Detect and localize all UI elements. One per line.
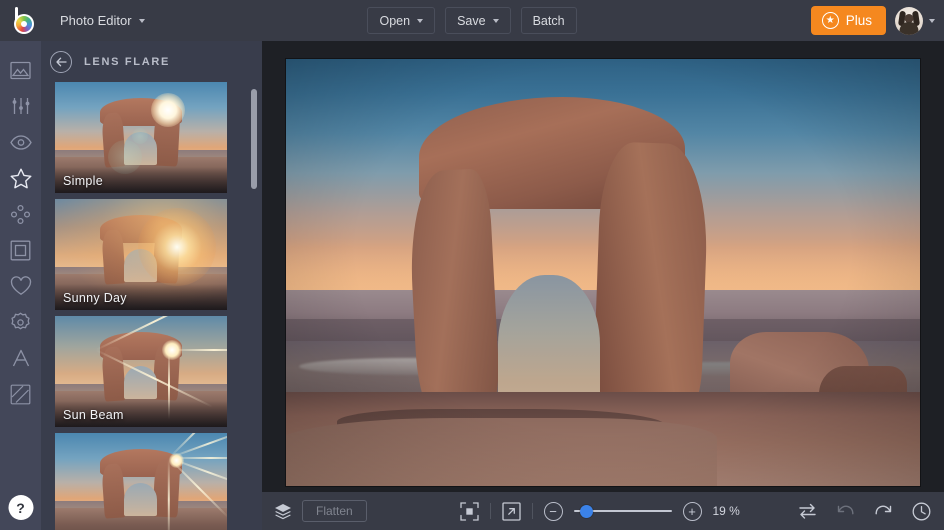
zoom-out-button[interactable]: −	[543, 501, 563, 521]
chevron-down-icon	[417, 18, 424, 23]
undo-icon[interactable]	[836, 503, 855, 519]
list-item[interactable]: Simple	[55, 82, 227, 193]
zoom-slider-handle[interactable]	[580, 504, 594, 518]
sidebar-item-overlays[interactable]	[0, 304, 41, 340]
list-item[interactable]	[55, 433, 227, 530]
sidebar-item-graphics[interactable]	[0, 268, 41, 304]
bottom-right-group	[798, 502, 931, 521]
canvas-area	[262, 41, 944, 492]
zoom-level-value: 19 %	[712, 504, 740, 518]
expand-icon[interactable]	[501, 501, 521, 521]
open-label: Open	[379, 13, 411, 28]
flatten-button[interactable]: Flatten	[302, 500, 367, 522]
zoom-out-label: −	[549, 503, 557, 519]
preset-label: Sun Beam	[63, 408, 124, 422]
zoom-in-label: +	[688, 503, 696, 519]
sidebar-item-edit[interactable]	[0, 88, 41, 124]
batch-button[interactable]: Batch	[520, 7, 577, 34]
list-item[interactable]: Sun Beam	[55, 316, 227, 427]
sidebar-item-artsy[interactable]	[0, 196, 41, 232]
divider	[489, 503, 491, 519]
sidebar-item-effects[interactable]	[0, 160, 41, 196]
avatar	[895, 6, 923, 35]
delicate-arch-sunset-photo[interactable]	[286, 59, 920, 486]
help-label: ?	[16, 499, 25, 516]
account-menu[interactable]	[895, 6, 935, 35]
open-button[interactable]: Open	[367, 7, 436, 34]
plus-label: Plus	[845, 13, 872, 28]
list-item[interactable]: Sunny Day	[55, 199, 227, 310]
bottom-toolbar: Flatten − + 19 %	[262, 492, 944, 530]
help-button[interactable]: ?	[8, 495, 33, 520]
sidebar-item-textures[interactable]	[0, 376, 41, 412]
preset-thumbnail-list[interactable]: Simple Sunny Day Sun Beam	[41, 82, 262, 530]
header-right-actions: ★ Plus	[810, 0, 935, 41]
flare-ghost	[132, 127, 149, 144]
fit-to-screen-icon[interactable]	[459, 501, 479, 521]
preset-label: Simple	[63, 174, 104, 188]
layers-icon[interactable]	[274, 503, 292, 520]
sidebar-item-image[interactable]	[0, 52, 41, 88]
star-circle-icon: ★	[821, 12, 839, 29]
tool-rail: ?	[0, 41, 41, 530]
bottom-left-group: Flatten	[262, 500, 367, 522]
photo-editor-app: Photo Editor Open Save Batch ★ Plus ? LE…	[0, 0, 944, 530]
flare-beam-core	[161, 340, 182, 361]
back-arrow-icon[interactable]	[50, 50, 72, 73]
sidebar-item-frames[interactable]	[0, 232, 41, 268]
compare-swap-icon[interactable]	[798, 503, 817, 519]
flare-starburst-core	[168, 452, 184, 468]
header-center-actions: Open Save Batch	[0, 0, 944, 41]
sidebar-item-touch-up[interactable]	[0, 124, 41, 160]
page-title: LENS FLARE	[84, 55, 171, 68]
save-button[interactable]: Save	[445, 7, 511, 34]
lens-flare-panel: LENS FLARE Simple Sunny Day Sun Beam	[41, 41, 262, 530]
plus-upgrade-button[interactable]: ★ Plus	[810, 6, 886, 35]
preset-label: Sunny Day	[63, 291, 127, 305]
panel-header: LENS FLARE	[41, 41, 262, 82]
batch-label: Batch	[532, 13, 565, 28]
chevron-down-icon	[929, 18, 935, 23]
zoom-in-button[interactable]: +	[682, 501, 702, 521]
divider	[531, 503, 533, 519]
chevron-down-icon	[492, 18, 499, 23]
save-label: Save	[457, 13, 486, 28]
flare-sunny	[137, 207, 216, 286]
top-header-bar: Photo Editor Open Save Batch ★ Plus	[0, 0, 944, 41]
zoom-slider[interactable]	[573, 504, 672, 518]
history-clock-icon[interactable]	[912, 502, 931, 521]
redo-icon[interactable]	[874, 503, 893, 519]
flatten-label: Flatten	[316, 504, 353, 518]
sidebar-item-text[interactable]	[0, 340, 41, 376]
panel-scrollbar[interactable]	[251, 89, 257, 189]
